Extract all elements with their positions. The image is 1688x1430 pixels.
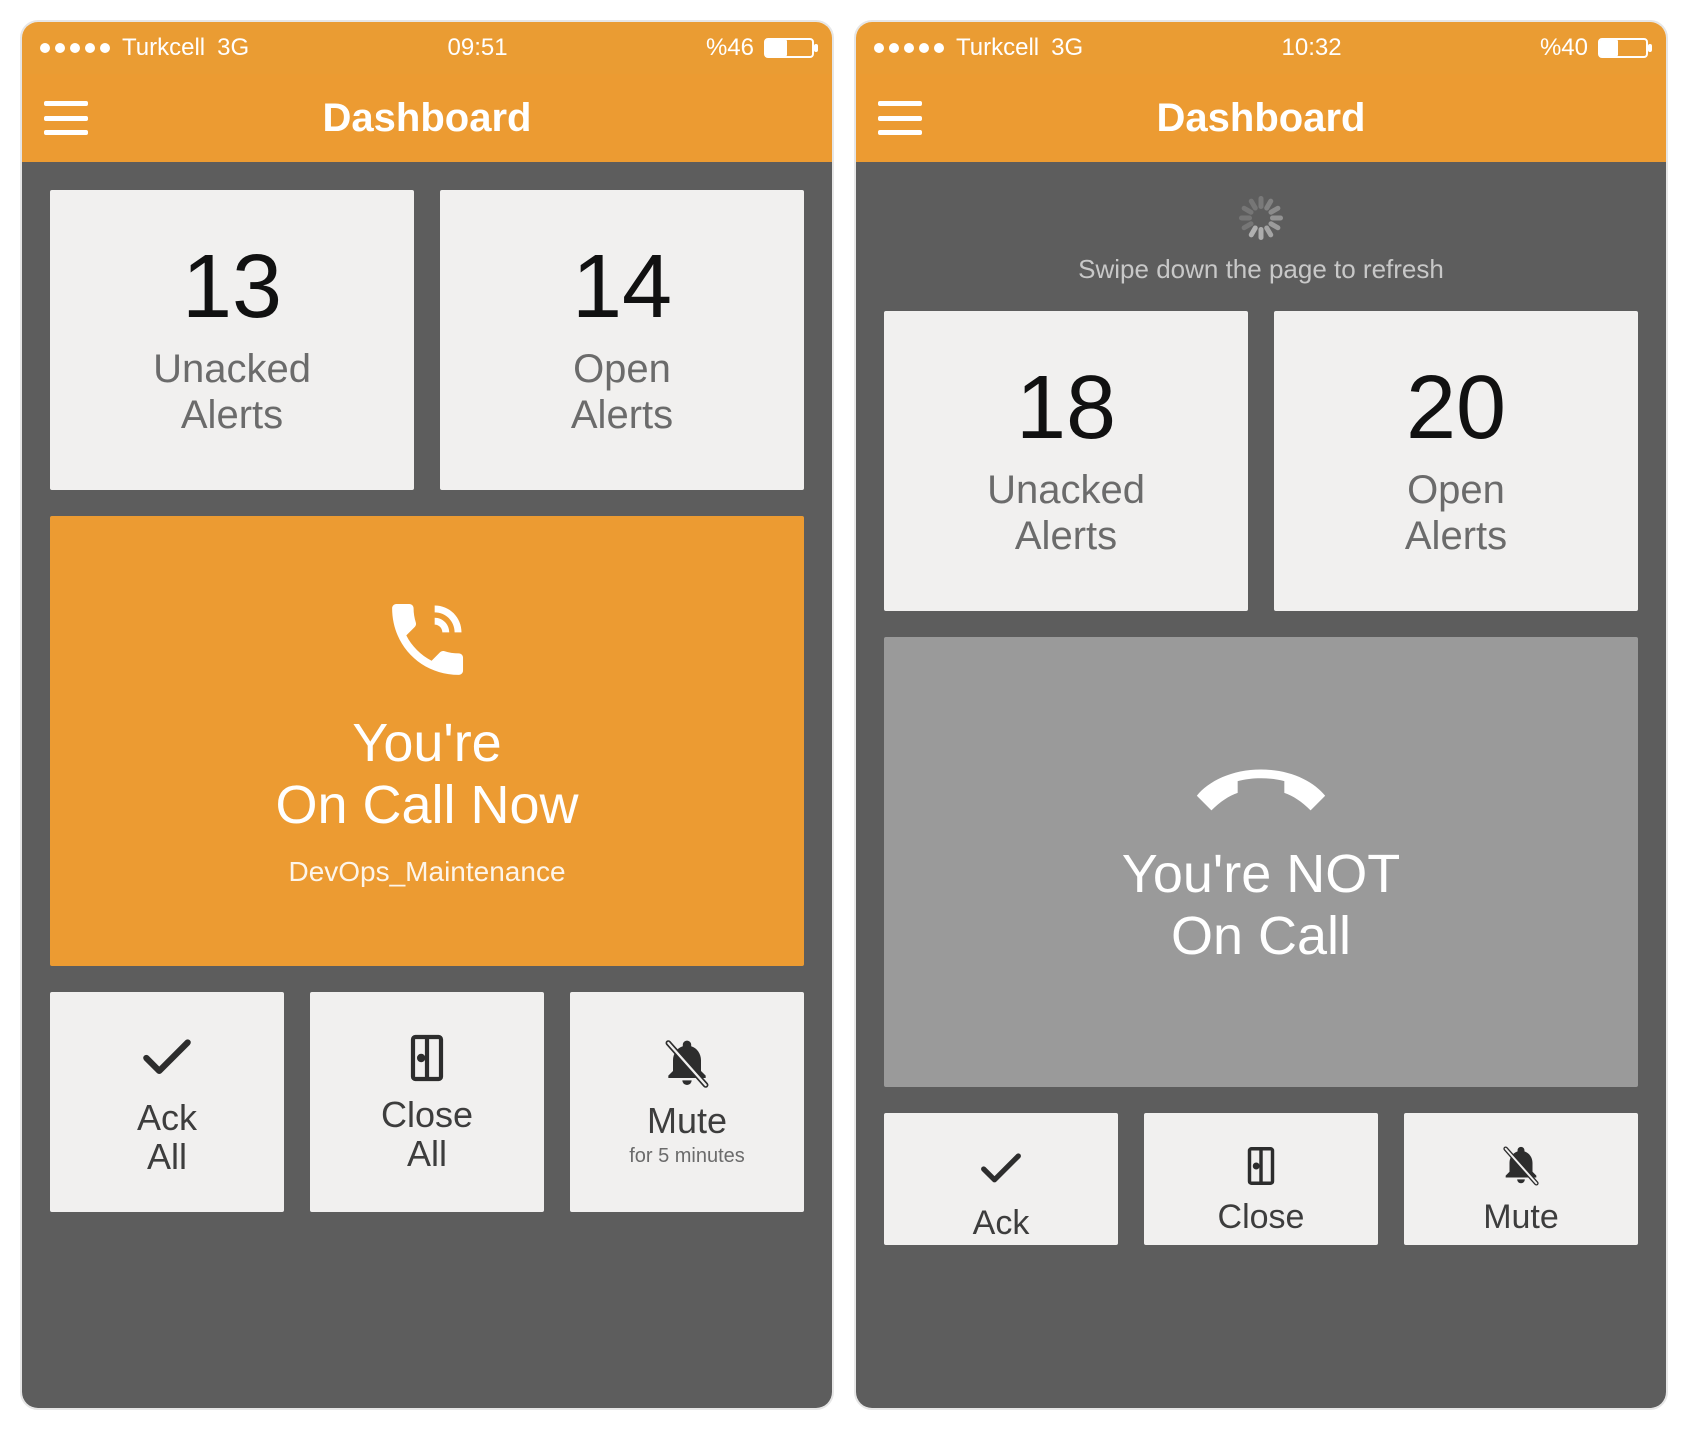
mute-sublabel: for 5 minutes: [629, 1145, 745, 1168]
on-call-schedule-name: DevOps_Maintenance: [288, 856, 565, 888]
check-icon: [975, 1143, 1027, 1195]
unacked-alerts-tile[interactable]: 18 Unacked Alerts: [884, 311, 1248, 611]
unacked-label: Unacked Alerts: [987, 467, 1145, 559]
page-title: Dashboard: [323, 96, 532, 141]
pull-to-refresh-indicator: Swipe down the page to refresh: [884, 190, 1638, 285]
close-all-button[interactable]: Close All: [310, 992, 544, 1212]
phone-ring-icon: [381, 594, 473, 686]
on-call-status-text: You're On Call Now: [275, 712, 578, 836]
mute-label: Mute: [1483, 1199, 1559, 1236]
page-title: Dashboard: [1157, 96, 1366, 141]
door-exit-icon: [1238, 1143, 1284, 1189]
mute-label: Mute: [647, 1102, 727, 1141]
ack-all-button[interactable]: Ack: [884, 1113, 1118, 1245]
door-exit-icon: [399, 1030, 455, 1086]
on-call-status-tile[interactable]: You're On Call Now DevOps_Maintenance: [50, 516, 804, 966]
ack-all-label: Ack All: [137, 1099, 197, 1177]
battery-icon: [764, 38, 814, 58]
open-alerts-tile[interactable]: 20 Open Alerts: [1274, 311, 1638, 611]
app-header: Dashboard: [22, 74, 832, 162]
ack-all-label: Ack: [973, 1205, 1030, 1242]
mute-button[interactable]: Mute for 5 minutes: [570, 992, 804, 1212]
on-call-status-tile[interactable]: You're NOT On Call: [884, 637, 1638, 1087]
carrier-label: Turkcell: [122, 34, 205, 62]
screen-not-on-call: Turkcell 3G 10:32 %40 Dashboard: [854, 20, 1668, 1410]
menu-button[interactable]: [44, 101, 88, 135]
menu-button[interactable]: [878, 101, 922, 135]
open-count: 14: [572, 242, 672, 332]
ack-all-button[interactable]: Ack All: [50, 992, 284, 1212]
unacked-label: Unacked Alerts: [153, 346, 311, 438]
signal-strength-icon: [874, 43, 944, 53]
clock-label: 09:51: [448, 34, 508, 62]
open-alerts-tile[interactable]: 14 Open Alerts: [440, 190, 804, 490]
close-all-label: Close: [1218, 1199, 1305, 1236]
signal-strength-icon: [40, 43, 110, 53]
phone-down-icon: [1191, 757, 1331, 817]
dashboard-body[interactable]: Swipe down the page to refresh 18 Unacke…: [856, 162, 1666, 1408]
mute-button[interactable]: Mute: [1404, 1113, 1638, 1245]
spinner-icon: [1239, 196, 1283, 240]
network-label: 3G: [217, 34, 249, 62]
unacked-count: 13: [182, 242, 282, 332]
battery-icon: [1598, 38, 1648, 58]
bell-slash-icon: [1498, 1143, 1544, 1189]
carrier-label: Turkcell: [956, 34, 1039, 62]
battery-percent-label: %40: [1540, 34, 1588, 62]
battery-percent-label: %46: [706, 34, 754, 62]
status-bar: Turkcell 3G 10:32 %40: [856, 22, 1666, 74]
app-header: Dashboard: [856, 74, 1666, 162]
bell-slash-icon: [659, 1036, 715, 1092]
unacked-count: 18: [1016, 363, 1116, 453]
network-label: 3G: [1051, 34, 1083, 62]
on-call-status-text: You're NOT On Call: [1122, 843, 1400, 967]
unacked-alerts-tile[interactable]: 13 Unacked Alerts: [50, 190, 414, 490]
open-label: Open Alerts: [571, 346, 673, 438]
refresh-hint-text: Swipe down the page to refresh: [1078, 254, 1444, 285]
status-bar: Turkcell 3G 09:51 %46: [22, 22, 832, 74]
dashboard-body[interactable]: 13 Unacked Alerts 14 Open Alerts You're …: [22, 162, 832, 1408]
open-count: 20: [1406, 363, 1506, 453]
screen-on-call: Turkcell 3G 09:51 %46 Dashboard 13 Unack…: [20, 20, 834, 1410]
clock-label: 10:32: [1282, 34, 1342, 62]
close-all-label: Close All: [381, 1096, 473, 1174]
check-icon: [136, 1027, 198, 1089]
open-label: Open Alerts: [1405, 467, 1507, 559]
close-all-button[interactable]: Close: [1144, 1113, 1378, 1245]
